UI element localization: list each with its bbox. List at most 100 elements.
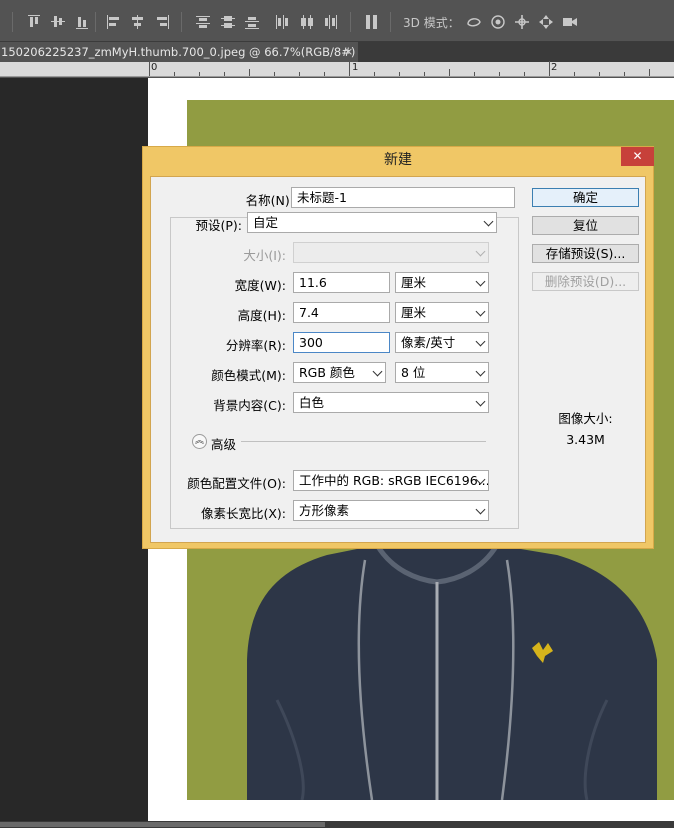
height-input[interactable]: 7.4 [293, 302, 390, 323]
pixel-aspect-label: 像素长宽比(X): [200, 506, 286, 521]
document-tab-title: 150206225237_zmMyH.thumb.700_0.jpeg @ 66… [1, 45, 358, 59]
name-input[interactable]: 未标题-1 [291, 187, 515, 208]
preset-label: 预设(P): [195, 218, 242, 233]
distribute-horizontal-centers-icon[interactable] [299, 14, 315, 30]
image-size-value: 3.43M [566, 432, 605, 447]
color-mode-label: 颜色模式(M): [211, 368, 286, 383]
slide-3d-icon[interactable] [538, 14, 554, 30]
ruler-tick [324, 72, 325, 76]
color-profile-value: 工作中的 RGB: sRGB IEC6196... [299, 473, 489, 488]
document-tab-bar: 150206225237_zmMyH.thumb.700_0.jpeg @ 66… [0, 42, 674, 62]
align-horizontal-centers-icon[interactable] [130, 14, 146, 30]
ruler-tick [374, 72, 375, 76]
ruler-tick [174, 72, 175, 76]
pixel-aspect-select[interactable]: 方形像素 [293, 500, 489, 521]
bit-depth-select[interactable]: 8 位 [395, 362, 489, 383]
background-value: 白色 [299, 395, 325, 410]
chevron-down-icon [475, 276, 486, 287]
document-tab[interactable]: 150206225237_zmMyH.thumb.700_0.jpeg @ 66… [0, 42, 358, 62]
width-input[interactable]: 11.6 [293, 272, 390, 293]
color-profile-select[interactable]: 工作中的 RGB: sRGB IEC6196... [293, 470, 489, 491]
ruler-tick [224, 72, 225, 76]
toolbar-separator [12, 12, 13, 32]
delete-preset-button: 删除预设(D)... [532, 272, 639, 291]
ok-button[interactable]: 确定 [532, 188, 639, 207]
height-unit-value: 厘米 [401, 305, 427, 320]
ruler-label: 1 [352, 62, 359, 73]
reset-button[interactable]: 复位 [532, 216, 639, 235]
background-select[interactable]: 白色 [293, 392, 489, 413]
ruler-tick [424, 72, 425, 76]
background-label: 背景内容(C): [213, 398, 286, 413]
size-label: 大小(I): [243, 248, 286, 263]
chevron-down-icon [475, 306, 486, 317]
drag-3d-icon[interactable] [514, 14, 530, 30]
ruler-tick [199, 72, 200, 76]
ruler-tick [349, 61, 350, 76]
width-unit-value: 厘米 [401, 275, 427, 290]
ruler-tick [499, 72, 500, 76]
rotate-3d-icon[interactable] [466, 14, 482, 30]
ruler-tick [549, 61, 550, 76]
double-chevron-up-icon: ︽ [194, 436, 204, 446]
horizontal-ruler: 0 1 2 [0, 61, 674, 77]
size-select [293, 242, 489, 263]
chevron-down-icon [475, 246, 486, 257]
ruler-tick [649, 69, 650, 76]
distribute-left-icon[interactable] [274, 14, 290, 30]
align-vertical-centers-icon[interactable] [50, 14, 66, 30]
resolution-input[interactable]: 300 [293, 332, 390, 353]
chevron-down-icon [475, 336, 486, 347]
close-icon: ✕ [632, 149, 643, 163]
ruler-label: 2 [551, 62, 558, 73]
ruler-tick [149, 61, 150, 76]
chevron-down-icon [483, 216, 494, 227]
height-unit-select[interactable]: 厘米 [395, 302, 489, 323]
image-size-label: 图像大小: [558, 411, 613, 426]
resolution-label: 分辨率(R): [225, 338, 286, 353]
name-label: 名称(N): [245, 193, 294, 208]
pasteboard [0, 78, 148, 828]
preset-select[interactable]: 自定 [247, 212, 497, 233]
scale-3d-camera-icon[interactable] [562, 14, 578, 30]
toolbar-separator [181, 12, 182, 32]
align-bottom-edges-icon[interactable] [74, 14, 90, 30]
ruler-label: 0 [151, 62, 158, 73]
ruler-tick [249, 69, 250, 76]
toolbar-separator [95, 12, 96, 32]
color-mode-value: RGB 颜色 [299, 365, 355, 380]
ruler-tick [474, 72, 475, 76]
color-mode-select[interactable]: RGB 颜色 [293, 362, 386, 383]
new-document-dialog: 新建 ✕ 名称(N): 未标题-1 预设(P): 自定 大小(I): 宽度(W)… [142, 146, 654, 549]
advanced-divider [241, 441, 486, 442]
width-label: 宽度(W): [234, 278, 286, 293]
roll-3d-icon[interactable] [490, 14, 506, 30]
auto-align-layers-icon[interactable] [364, 14, 380, 30]
ruler-tick [449, 69, 450, 76]
align-top-edges-icon[interactable] [26, 14, 42, 30]
resolution-unit-value: 像素/英寸 [401, 335, 456, 350]
ruler-tick [299, 72, 300, 76]
ruler-tick [599, 72, 600, 76]
distribute-top-icon[interactable] [195, 14, 211, 30]
align-left-edges-icon[interactable] [106, 14, 122, 30]
toolbar-separator [350, 12, 351, 32]
save-preset-button[interactable]: 存储预设(S)... [532, 244, 639, 263]
advanced-toggle-button[interactable]: ︽ [192, 434, 207, 449]
resolution-unit-select[interactable]: 像素/英寸 [395, 332, 489, 353]
width-unit-select[interactable]: 厘米 [395, 272, 489, 293]
toolbar-separator [390, 12, 391, 32]
chevron-down-icon [372, 366, 383, 377]
ruler-tick [274, 72, 275, 76]
distribute-vertical-centers-icon[interactable] [220, 14, 236, 30]
align-right-edges-icon[interactable] [154, 14, 170, 30]
dialog-body: 名称(N): 未标题-1 预设(P): 自定 大小(I): 宽度(W): 11.… [150, 176, 646, 543]
options-bar: 3D 模式： [0, 0, 674, 42]
pixel-aspect-value: 方形像素 [299, 503, 350, 518]
scrollbar-thumb[interactable] [0, 822, 325, 827]
distribute-right-icon[interactable] [323, 14, 339, 30]
distribute-bottom-icon[interactable] [244, 14, 260, 30]
preset-value: 自定 [253, 215, 279, 230]
close-icon[interactable]: × [344, 42, 353, 62]
close-dialog-button[interactable]: ✕ [621, 147, 654, 166]
